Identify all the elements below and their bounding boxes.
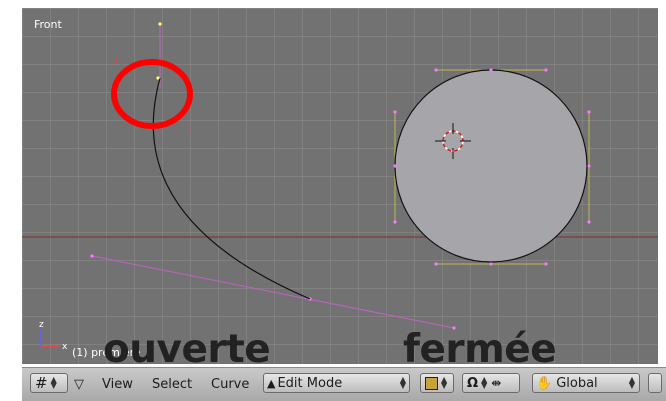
- view3d-header: # ▲ ▼ ▽ View Select Curve ▲ Edit Mode ▲ ▼ …: [22, 367, 666, 401]
- updown-arrows-icon: ▲ ▼: [481, 375, 488, 390]
- handle-point: [158, 22, 162, 26]
- caption-closed: fermée: [403, 327, 557, 372]
- axis-gizmo-icon: z x: [39, 320, 68, 352]
- mode-label: Edit Mode: [277, 375, 343, 391]
- menu-view[interactable]: View: [102, 377, 133, 392]
- updown-arrows-icon: ▲ ▼: [50, 375, 57, 390]
- hand-icon: ✋: [536, 375, 553, 391]
- handle-point: [90, 254, 94, 258]
- grid-icon: #: [35, 374, 48, 392]
- draw-type-selector[interactable]: ▲ ▼: [420, 373, 454, 393]
- mode-selector[interactable]: ▲ Edit Mode ▲ ▼: [263, 373, 410, 393]
- pivot-selector[interactable]: Ω ▲ ▼ ⇼: [462, 373, 520, 393]
- updown-arrows-icon: ▲ ▼: [441, 375, 448, 390]
- view-menu-arrow-icon[interactable]: ▽: [74, 374, 84, 394]
- svg-text:I: I: [190, 124, 192, 133]
- open-curve: [152, 77, 311, 300]
- axis-z-label: z: [39, 320, 44, 330]
- editor-type-selector[interactable]: # ▲ ▼: [30, 373, 68, 393]
- updown-arrows-icon: ▲ ▼: [399, 375, 406, 390]
- closed-circle-curve: [394, 69, 588, 263]
- menu-curve[interactable]: Curve: [211, 377, 249, 392]
- svg-text:I: I: [115, 56, 117, 65]
- viewport-canvas: I I z x: [22, 22, 658, 352]
- snap-icon: Ω: [467, 375, 479, 391]
- view-name-label: Front: [34, 18, 62, 31]
- draw-type-icon: [425, 376, 438, 390]
- updown-arrows-icon: ▲ ▼: [628, 375, 635, 390]
- orientation-selector[interactable]: ✋ Global ▲ ▼: [532, 373, 640, 393]
- caption-open: ouverte: [103, 327, 271, 372]
- axis-x-label: x: [62, 342, 68, 352]
- edit-mode-icon: ▲: [267, 376, 276, 390]
- menu-select[interactable]: Select: [152, 377, 192, 392]
- curve-start-point: [156, 76, 160, 80]
- 3d-viewport[interactable]: I I z x Front (1) premiere: [22, 8, 658, 364]
- curve-handle-bottom: [91, 255, 455, 329]
- overflow-button[interactable]: [648, 373, 662, 393]
- manipulator-icon: ⇼: [491, 376, 502, 390]
- highlight-ring: [111, 59, 193, 129]
- orientation-label: Global: [556, 375, 598, 391]
